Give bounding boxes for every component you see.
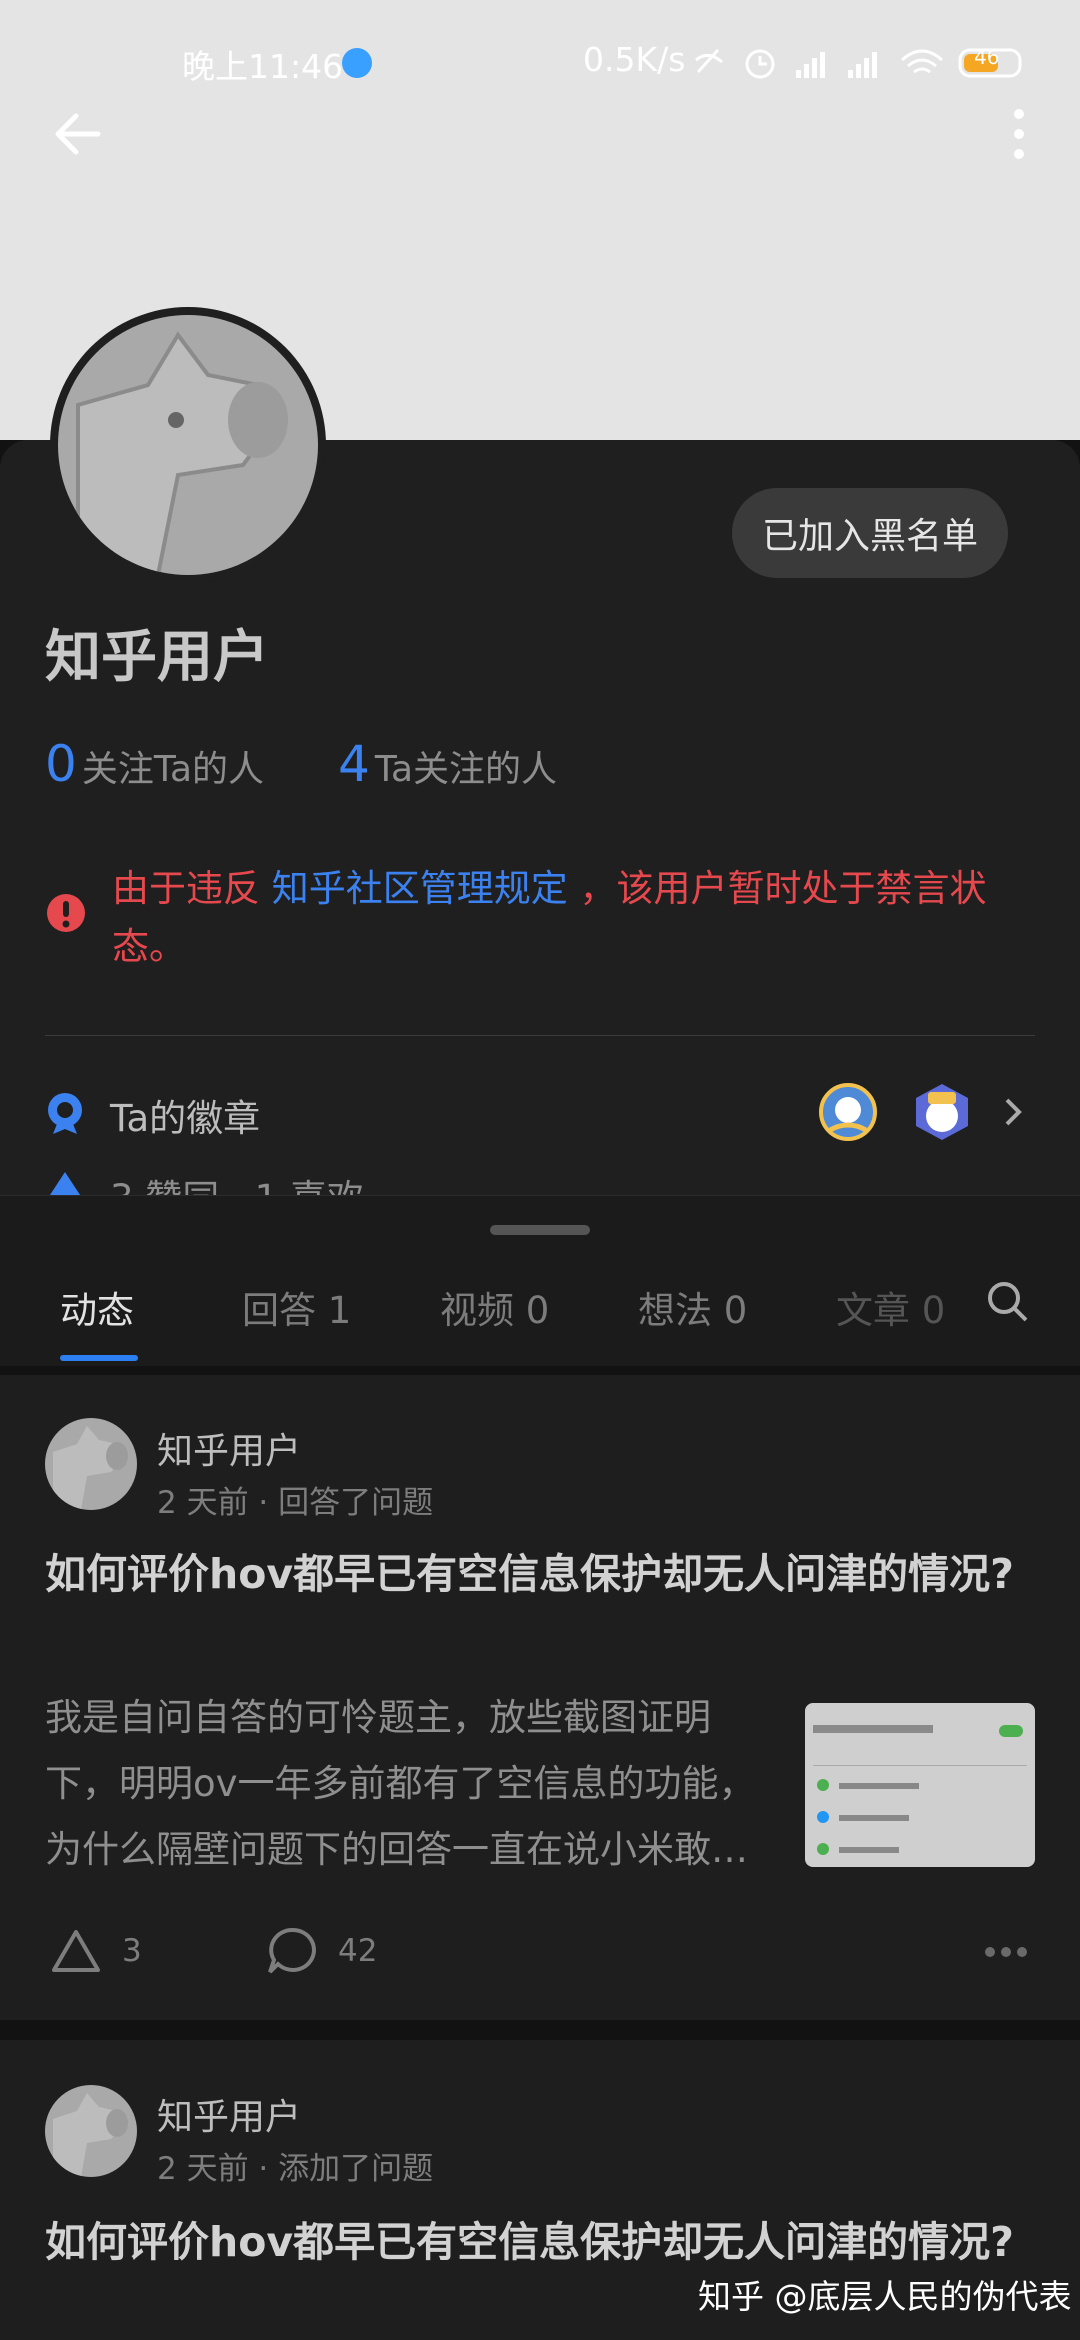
followers-label: 关注Ta的人 <box>81 749 264 790</box>
status-time: 晚上11:46 <box>182 47 344 86</box>
watermark: 知乎 @底层人民的伪代表 <box>698 2277 1072 2316</box>
tab-answers[interactable]: 回答 1 <box>242 1280 351 1334</box>
more-actions-icon[interactable] <box>984 1946 1028 1958</box>
author-avatar[interactable] <box>45 1418 137 1510</box>
avatar-dog-illustration <box>76 331 288 575</box>
badge-medal-icon <box>819 1083 877 1141</box>
warning-icon <box>47 894 85 932</box>
answer-excerpt[interactable]: 我是自问自答的可怜题主，放些截图证明下，明明ov一年多前都有了空信息的功能，为什… <box>45 1685 780 1883</box>
silent-icon <box>695 48 723 74</box>
badges-chevron-icon[interactable] <box>1002 1096 1024 1128</box>
tab-activity[interactable]: 动态 <box>60 1280 134 1334</box>
wifi-icon <box>900 49 944 74</box>
following-stat[interactable]: 4 Ta关注的人 <box>338 735 557 793</box>
divider <box>45 1035 1035 1036</box>
active-tab-indicator <box>60 1355 138 1361</box>
activity-meta: 2 天前 · 添加了问题 <box>157 2151 434 2187</box>
status-icons <box>695 48 1022 79</box>
badge-icon <box>48 1093 82 1134</box>
upvote-count: 3 <box>122 1933 142 1969</box>
question-title[interactable]: 如何评价hov都早已有空信息保护却无人问津的情况? <box>45 2208 1035 2276</box>
sheet-drag-handle[interactable] <box>490 1225 590 1235</box>
status-net-speed: 0.5K/s <box>583 40 686 79</box>
upvote-icon[interactable] <box>50 1928 102 1974</box>
following-label: Ta关注的人 <box>374 749 557 790</box>
back-button[interactable] <box>52 108 104 160</box>
author-name[interactable]: 知乎用户 <box>157 1422 301 1474</box>
badge-7day-icon <box>916 1084 968 1140</box>
tab-thoughts[interactable]: 想法 0 <box>638 1280 747 1334</box>
battery-level: 46 <box>974 45 1000 69</box>
search-icon[interactable] <box>986 1280 1030 1324</box>
ban-notice: 由于违反 知乎社区管理规定 ，该用户暂时处于禁言状态。 <box>112 860 1042 976</box>
back-arrow-icon <box>55 113 101 155</box>
blacklisted-button[interactable]: 已加入黑名单 <box>732 488 1008 578</box>
author-avatar[interactable] <box>45 2085 137 2177</box>
followers-stat[interactable]: 0 关注Ta的人 <box>45 735 264 793</box>
author-name[interactable]: 知乎用户 <box>157 2088 301 2140</box>
question-title[interactable]: 如何评价hov都早已有空信息保护却无人问津的情况? <box>45 1540 1035 1608</box>
profile-name: 知乎用户 <box>45 625 269 690</box>
activity-meta: 2 天前 · 回答了问题 <box>157 1485 434 1521</box>
comment-icon[interactable] <box>266 1926 318 1976</box>
following-count: 4 <box>338 735 370 793</box>
profile-avatar[interactable] <box>50 307 326 583</box>
status-app-icon <box>342 48 372 78</box>
tab-articles[interactable]: 文章 0 <box>836 1280 945 1334</box>
upvote-triangle-icon <box>48 1172 82 1198</box>
followers-count: 0 <box>45 735 77 793</box>
tab-videos[interactable]: 视频 0 <box>440 1280 549 1334</box>
comment-count: 42 <box>338 1933 378 1969</box>
community-rules-link[interactable]: 知乎社区管理规定 <box>272 867 568 910</box>
badges-label[interactable]: Ta的徽章 <box>110 1088 260 1142</box>
ban-notice-prefix: 由于违反 <box>112 867 260 910</box>
more-options-button[interactable] <box>1004 106 1034 162</box>
answer-thumbnail[interactable] <box>805 1703 1035 1867</box>
